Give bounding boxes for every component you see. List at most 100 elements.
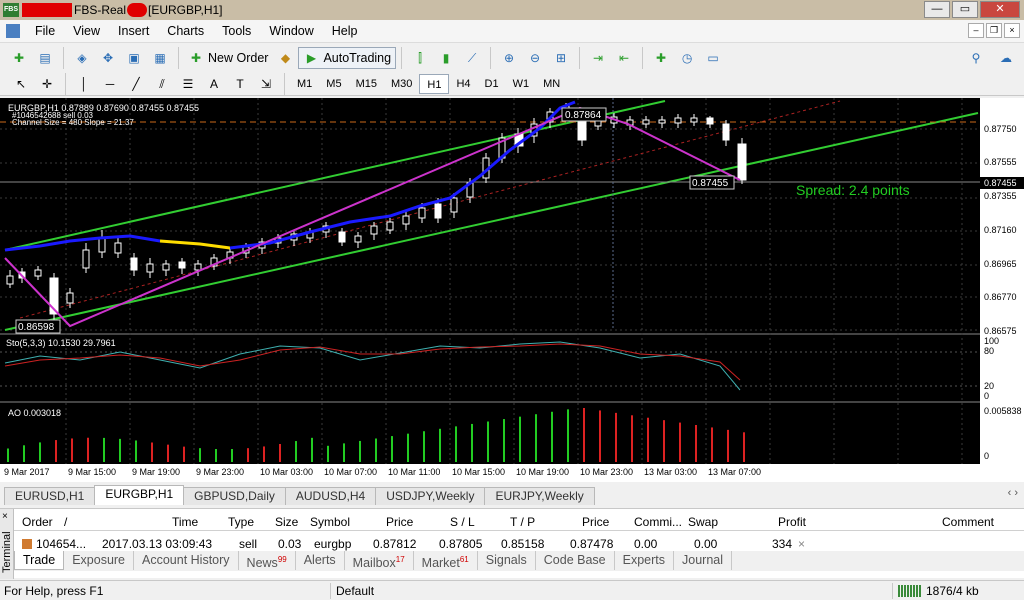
line-chart-icon[interactable]: ⟋	[462, 48, 482, 68]
market-watch-icon[interactable]: ◈	[72, 48, 92, 68]
timeframe-m5[interactable]: M5	[319, 74, 348, 94]
arrows-icon[interactable]: ⇲	[256, 74, 276, 94]
chart-tab-audusd[interactable]: AUDUSD,H4	[284, 487, 377, 505]
auto-scroll-icon[interactable]: ⇥	[588, 48, 608, 68]
community-icon[interactable]: ☁	[996, 48, 1016, 68]
tab-scroll-arrows[interactable]: ‹ ›	[1008, 487, 1018, 499]
zoom-out-icon[interactable]: ⊖	[525, 48, 545, 68]
tab-market[interactable]: Market61	[414, 551, 478, 570]
tab-trade[interactable]: Trade	[14, 551, 65, 570]
col-symbol[interactable]: Symbol	[310, 513, 350, 531]
menu-insert[interactable]: Insert	[109, 24, 158, 38]
equidistant-channel-icon[interactable]: ⫽	[152, 74, 172, 94]
chart-window[interactable]: 0.87864 0.86598 0.87455 Spread: 2.4 poin…	[0, 98, 1024, 482]
col-type[interactable]: Type	[228, 513, 254, 531]
candlestick-icon[interactable]: ▮	[436, 48, 456, 68]
col-sl[interactable]: S / L	[450, 513, 475, 531]
child-minimize-button[interactable]: –	[968, 23, 984, 38]
col-size[interactable]: Size	[275, 513, 298, 531]
periods-icon[interactable]: ◷	[677, 48, 697, 68]
timeframe-h4[interactable]: H4	[449, 74, 477, 94]
svg-text:100: 100	[984, 336, 999, 346]
search-icon[interactable]: ⚲	[966, 48, 986, 68]
chart-tabs: EURUSD,H1 EURGBP,H1 GBPUSD,Daily AUDUSD,…	[0, 485, 1024, 505]
timeframe-m1[interactable]: M1	[290, 74, 319, 94]
terminal-label: Terminal	[1, 531, 13, 573]
text-label-icon[interactable]: T	[230, 74, 250, 94]
strategy-tester-icon[interactable]: ▦	[150, 48, 170, 68]
status-divider	[330, 583, 331, 599]
order-type-icon	[22, 539, 32, 549]
chart-window-icon[interactable]	[6, 24, 20, 38]
horizontal-line-icon[interactable]: ─	[100, 74, 120, 94]
child-restore-button[interactable]: ❐	[986, 23, 1002, 38]
tab-exposure[interactable]: Exposure	[64, 551, 135, 570]
vertical-line-icon[interactable]: │	[74, 74, 94, 94]
menu-charts[interactable]: Charts	[158, 24, 213, 38]
fibonacci-icon[interactable]: ☰	[178, 74, 198, 94]
col-current-price[interactable]: Price	[582, 513, 609, 531]
timeframe-mn[interactable]: MN	[536, 74, 567, 94]
svg-text:9 Mar 2017: 9 Mar 2017	[4, 467, 50, 477]
timeframe-m30[interactable]: M30	[384, 74, 419, 94]
text-icon[interactable]: A	[204, 74, 224, 94]
tab-experts[interactable]: Experts	[615, 551, 675, 570]
zoom-in-icon[interactable]: ⊕	[499, 48, 519, 68]
menu-file[interactable]: File	[26, 24, 64, 38]
col-order[interactable]: Order	[22, 513, 53, 531]
col-commission[interactable]: Commi...	[634, 513, 682, 531]
minimize-button[interactable]: —	[924, 1, 950, 18]
tab-news[interactable]: News99	[239, 551, 296, 570]
auto-trading-button[interactable]: ▶ AutoTrading	[298, 46, 397, 69]
tab-account-history[interactable]: Account History	[134, 551, 239, 570]
crosshair-icon[interactable]: ✛	[37, 74, 57, 94]
maximize-button[interactable]: ▭	[952, 1, 978, 18]
tab-alerts[interactable]: Alerts	[296, 551, 345, 570]
col-profit[interactable]: Profit	[778, 513, 806, 531]
chart-shift-icon[interactable]: ⇤	[614, 48, 634, 68]
mailbox-badge: 17	[395, 555, 405, 564]
menu-bar: File View Insert Charts Tools Window Hel…	[0, 20, 1024, 42]
menu-help[interactable]: Help	[323, 24, 367, 38]
chart-tab-gbpusd[interactable]: GBPUSD,Daily	[183, 487, 286, 505]
new-chart-icon[interactable]: ✚	[9, 48, 29, 68]
menu-view[interactable]: View	[64, 24, 109, 38]
bar-chart-icon[interactable]: ⫿	[410, 48, 430, 68]
chart-tab-eurgbp[interactable]: EURGBP,H1	[94, 485, 185, 505]
menu-window[interactable]: Window	[260, 24, 322, 38]
tile-windows-icon[interactable]: ⊞	[551, 48, 571, 68]
tab-code-base[interactable]: Code Base	[536, 551, 615, 570]
col-price[interactable]: Price	[386, 513, 413, 531]
metaeditor-icon[interactable]: ◆	[275, 48, 295, 68]
menu-tools[interactable]: Tools	[213, 24, 260, 38]
navigator-icon[interactable]: ✥	[98, 48, 118, 68]
tab-mailbox[interactable]: Mailbox17	[345, 551, 414, 570]
chart-tab-eurjpy[interactable]: EURJPY,Weekly	[484, 487, 595, 505]
col-swap[interactable]: Swap	[688, 513, 718, 531]
trendline-icon[interactable]: ╱	[126, 74, 146, 94]
new-order-button[interactable]: ✚ New Order	[184, 47, 272, 69]
timeframe-m15[interactable]: M15	[349, 74, 384, 94]
svg-text:9 Mar 23:00: 9 Mar 23:00	[196, 467, 244, 477]
col-time[interactable]: Time	[172, 513, 198, 531]
chart-tab-eurusd[interactable]: EURUSD,H1	[4, 487, 96, 505]
data-window-icon[interactable]: ▣	[124, 48, 144, 68]
timeframe-d1[interactable]: D1	[478, 74, 506, 94]
close-button[interactable]: ✕	[980, 1, 1020, 18]
profiles-icon[interactable]: ▤	[35, 48, 55, 68]
tab-journal[interactable]: Journal	[674, 551, 733, 570]
app-logo-icon: FBS	[3, 3, 19, 17]
status-traffic[interactable]: 1876/4 kb	[926, 584, 979, 598]
cursor-icon[interactable]: ↖	[11, 74, 31, 94]
timeframe-h1[interactable]: H1	[419, 73, 450, 94]
tab-signals[interactable]: Signals	[478, 551, 536, 570]
col-tp[interactable]: T / P	[510, 513, 535, 531]
timeframe-w1[interactable]: W1	[506, 74, 537, 94]
chart-tab-usdjpy[interactable]: USDJPY,Weekly	[375, 487, 486, 505]
child-close-button[interactable]: ×	[1004, 23, 1020, 38]
svg-text:0.87864: 0.87864	[565, 110, 602, 121]
indicators-icon[interactable]: ✚	[651, 48, 671, 68]
templates-icon[interactable]: ▭	[703, 48, 723, 68]
status-profile[interactable]: Default	[336, 584, 374, 598]
col-comment[interactable]: Comment	[942, 513, 994, 531]
